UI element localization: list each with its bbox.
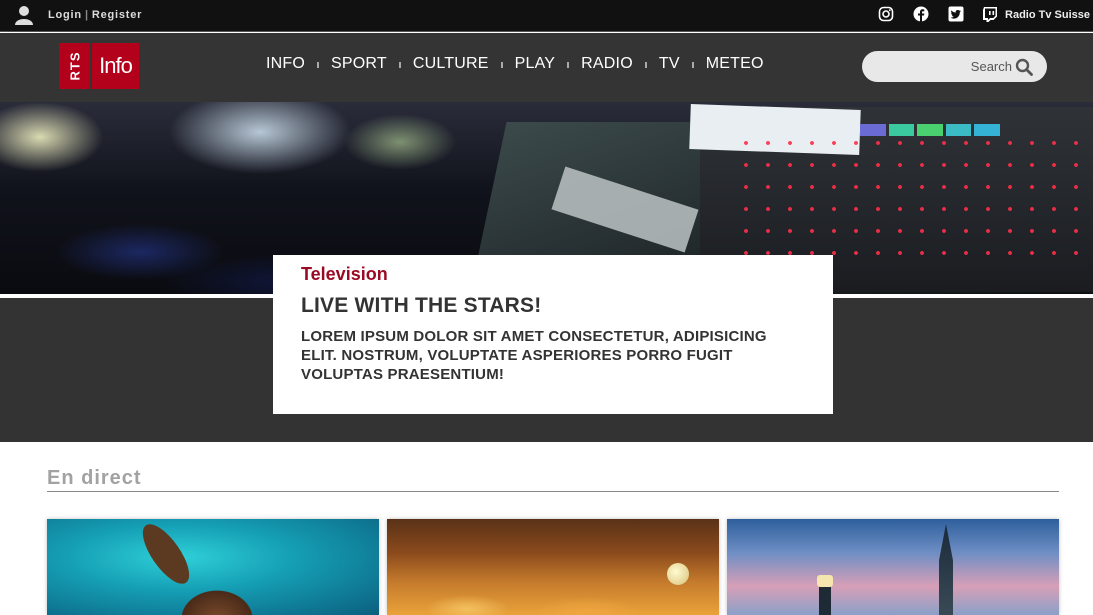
- nav-divider: [691, 62, 694, 68]
- nav-item-culture[interactable]: CULTURE: [407, 55, 495, 73]
- feature-category[interactable]: Television: [301, 264, 805, 285]
- main-header: RTS Info INFO SPORT CULTURE PLAY RADIO T…: [0, 33, 1093, 102]
- register-link[interactable]: Register: [92, 9, 142, 21]
- main-nav: INFO SPORT CULTURE PLAY RADIO TV METEO: [260, 55, 770, 73]
- nav-item-tv[interactable]: TV: [653, 55, 686, 73]
- nav-divider: [500, 62, 503, 68]
- hero-console-knobs: [740, 137, 1093, 257]
- twitter-icon[interactable]: [948, 6, 964, 22]
- nav-divider: [644, 62, 647, 68]
- twitch-icon[interactable]: [982, 6, 998, 22]
- live-section-rule: [47, 491, 1059, 492]
- nav-divider: [567, 62, 570, 68]
- nav-item-sport[interactable]: SPORT: [325, 55, 393, 73]
- sunset-clouds: [387, 579, 719, 615]
- user-icon[interactable]: [14, 5, 34, 25]
- feature-title[interactable]: LIVE WITH THE STARS!: [301, 294, 805, 318]
- church-spire: [939, 524, 953, 615]
- nav-item-play[interactable]: PLAY: [509, 55, 562, 73]
- live-card-moon-image[interactable]: [387, 519, 719, 615]
- nav-item-info[interactable]: INFO: [260, 55, 311, 73]
- hero-console-pads: [860, 124, 1000, 136]
- auth-links: Login | Register: [48, 9, 142, 21]
- moon-shape: [667, 563, 689, 585]
- logo-rts-block: RTS: [59, 43, 90, 89]
- login-link[interactable]: Login: [48, 9, 82, 21]
- auth-separator: |: [84, 9, 89, 21]
- live-section-title: En direct: [47, 467, 142, 489]
- instagram-icon[interactable]: [878, 6, 894, 22]
- live-card-turtle-image[interactable]: [47, 519, 379, 615]
- live-card-city-image[interactable]: [727, 519, 1059, 615]
- top-bar: Login | Register Radio Tv Suisse: [0, 0, 1093, 32]
- rts-info-logo[interactable]: RTS Info: [59, 43, 139, 89]
- logo-rts-text: RTS: [67, 51, 82, 81]
- search-box: [862, 51, 1047, 82]
- nav-item-radio[interactable]: RADIO: [575, 55, 639, 73]
- feature-card[interactable]: Television LIVE WITH THE STARS! LOREM IP…: [273, 255, 833, 414]
- brand-name[interactable]: Radio Tv Suisse: [1005, 9, 1090, 21]
- nav-divider: [398, 62, 401, 68]
- street-lamp: [817, 575, 833, 615]
- search-input[interactable]: [872, 51, 1012, 82]
- logo-info-text: Info: [92, 43, 139, 89]
- feature-description: LOREM IPSUM DOLOR SIT AMET CONSECTETUR, …: [301, 328, 767, 383]
- search-icon[interactable]: [1015, 58, 1033, 76]
- facebook-icon[interactable]: [913, 6, 929, 22]
- nav-divider: [317, 62, 320, 68]
- nav-item-meteo[interactable]: METEO: [700, 55, 770, 73]
